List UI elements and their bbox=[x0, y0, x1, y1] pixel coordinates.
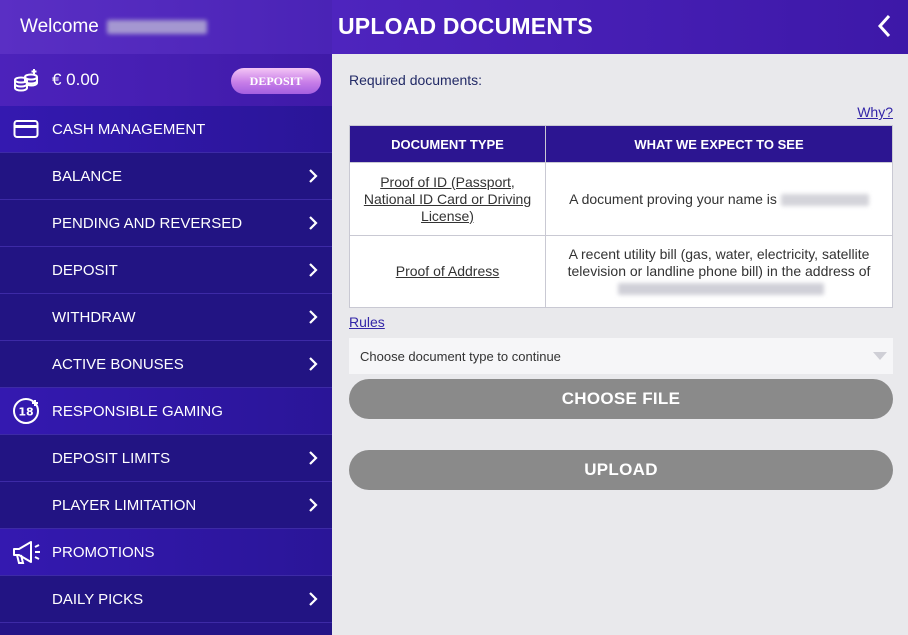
section-cash-management[interactable]: CASH MANAGEMENT bbox=[0, 106, 332, 153]
welcome-text: Welcome bbox=[20, 16, 99, 37]
proof-of-address-link[interactable]: Proof of Address bbox=[396, 263, 500, 279]
menu-item-active-bonuses[interactable]: ACTIVE BONUSES bbox=[0, 341, 332, 388]
deposit-button[interactable]: DEPOSIT bbox=[231, 68, 321, 94]
proof-of-id-link[interactable]: Proof of ID (Passport, National ID Card … bbox=[364, 174, 531, 224]
menu-item-deposit[interactable]: DEPOSIT bbox=[0, 247, 332, 294]
column-header: DOCUMENT TYPE bbox=[349, 125, 546, 163]
chevron-right-icon bbox=[309, 451, 318, 465]
document-type-cell: Proof of ID (Passport, National ID Card … bbox=[349, 162, 546, 236]
menu-item-label: PLAYER LIMITATION bbox=[52, 496, 197, 514]
table-row: Proof of ID (Passport, National ID Card … bbox=[349, 162, 893, 236]
menu-item-label: WITHDRAW bbox=[52, 308, 136, 326]
menu-item-balance[interactable]: BALANCE bbox=[0, 153, 332, 200]
menu-item-label: ACTIVE BONUSES bbox=[52, 355, 184, 373]
expectation-cell: A document proving your name is bbox=[545, 162, 893, 236]
username-redacted bbox=[106, 20, 207, 34]
sidebar: Welcome € 0.00 DEPOSIT CASH MANAGEMENT B… bbox=[0, 0, 332, 635]
redacted-name bbox=[780, 193, 869, 206]
18-plus-icon: 18 bbox=[0, 396, 52, 426]
column-header: WHAT WE EXPECT TO SEE bbox=[545, 125, 893, 163]
menu-item-daily-picks[interactable]: DAILY PICKS bbox=[0, 576, 332, 623]
welcome-bar: Welcome bbox=[0, 0, 332, 54]
table-header-row: DOCUMENT TYPE WHAT WE EXPECT TO SEE bbox=[349, 125, 893, 163]
chevron-right-icon bbox=[309, 498, 318, 512]
menu-item-label: PENDING AND REVERSED bbox=[52, 214, 243, 232]
card-icon bbox=[0, 119, 52, 139]
expectation-text: A recent utility bill (gas, water, elect… bbox=[567, 246, 871, 279]
chevron-right-icon bbox=[309, 310, 318, 324]
expectation-cell: A recent utility bill (gas, water, elect… bbox=[545, 235, 893, 308]
table-row: Proof of Address A recent utility bill (… bbox=[349, 235, 893, 308]
menu-item-withdraw[interactable]: WITHDRAW bbox=[0, 294, 332, 341]
chevron-right-icon bbox=[309, 357, 318, 371]
chevron-right-icon bbox=[309, 169, 318, 183]
why-link[interactable]: Why? bbox=[857, 104, 893, 120]
menu-item-label: BALANCE bbox=[52, 167, 123, 185]
section-responsible-gaming[interactable]: 18 RESPONSIBLE GAMING bbox=[0, 388, 332, 435]
chevron-right-icon bbox=[309, 592, 318, 606]
menu-item-label: DEPOSIT bbox=[52, 261, 118, 279]
chevron-left-icon[interactable] bbox=[876, 14, 892, 38]
chevron-right-icon bbox=[309, 263, 318, 277]
menu-item-deposit-limits[interactable]: DEPOSIT LIMITS bbox=[0, 435, 332, 482]
required-documents-label: Required documents: bbox=[349, 72, 483, 88]
documents-table: DOCUMENT TYPE WHAT WE EXPECT TO SEE Proo… bbox=[349, 125, 893, 308]
menu-item-player-limitation[interactable]: PLAYER LIMITATION bbox=[0, 482, 332, 529]
rules-link[interactable]: Rules bbox=[349, 314, 385, 330]
page-title: UPLOAD DOCUMENTS bbox=[338, 13, 593, 39]
choose-file-button[interactable]: CHOOSE FILE bbox=[349, 379, 893, 419]
upload-button[interactable]: UPLOAD bbox=[349, 450, 893, 490]
section-label: RESPONSIBLE GAMING bbox=[52, 402, 223, 420]
document-type-select[interactable]: Choose document type to continue bbox=[349, 338, 893, 374]
page-header: UPLOAD DOCUMENTS bbox=[332, 0, 908, 54]
select-placeholder: Choose document type to continue bbox=[360, 348, 561, 364]
expectation-text: A document proving your name is bbox=[569, 190, 777, 207]
section-label: CASH MANAGEMENT bbox=[52, 120, 206, 138]
megaphone-icon bbox=[0, 538, 52, 566]
dropdown-caret-icon bbox=[873, 352, 887, 360]
menu-item-label: DAILY PICKS bbox=[52, 590, 144, 608]
svg-text:18: 18 bbox=[18, 406, 33, 419]
balance-bar: € 0.00 DEPOSIT bbox=[0, 54, 332, 106]
chevron-right-icon bbox=[309, 216, 318, 230]
balance-amount: € 0.00 bbox=[52, 70, 100, 89]
menu-item-pending-reversed[interactable]: PENDING AND REVERSED bbox=[0, 200, 332, 247]
menu-item-label: DEPOSIT LIMITS bbox=[52, 449, 171, 467]
document-type-cell: Proof of Address bbox=[349, 235, 546, 308]
section-label: PROMOTIONS bbox=[52, 543, 155, 561]
coins-icon bbox=[14, 69, 38, 92]
redacted-address bbox=[618, 283, 824, 296]
section-promotions[interactable]: PROMOTIONS bbox=[0, 529, 332, 576]
